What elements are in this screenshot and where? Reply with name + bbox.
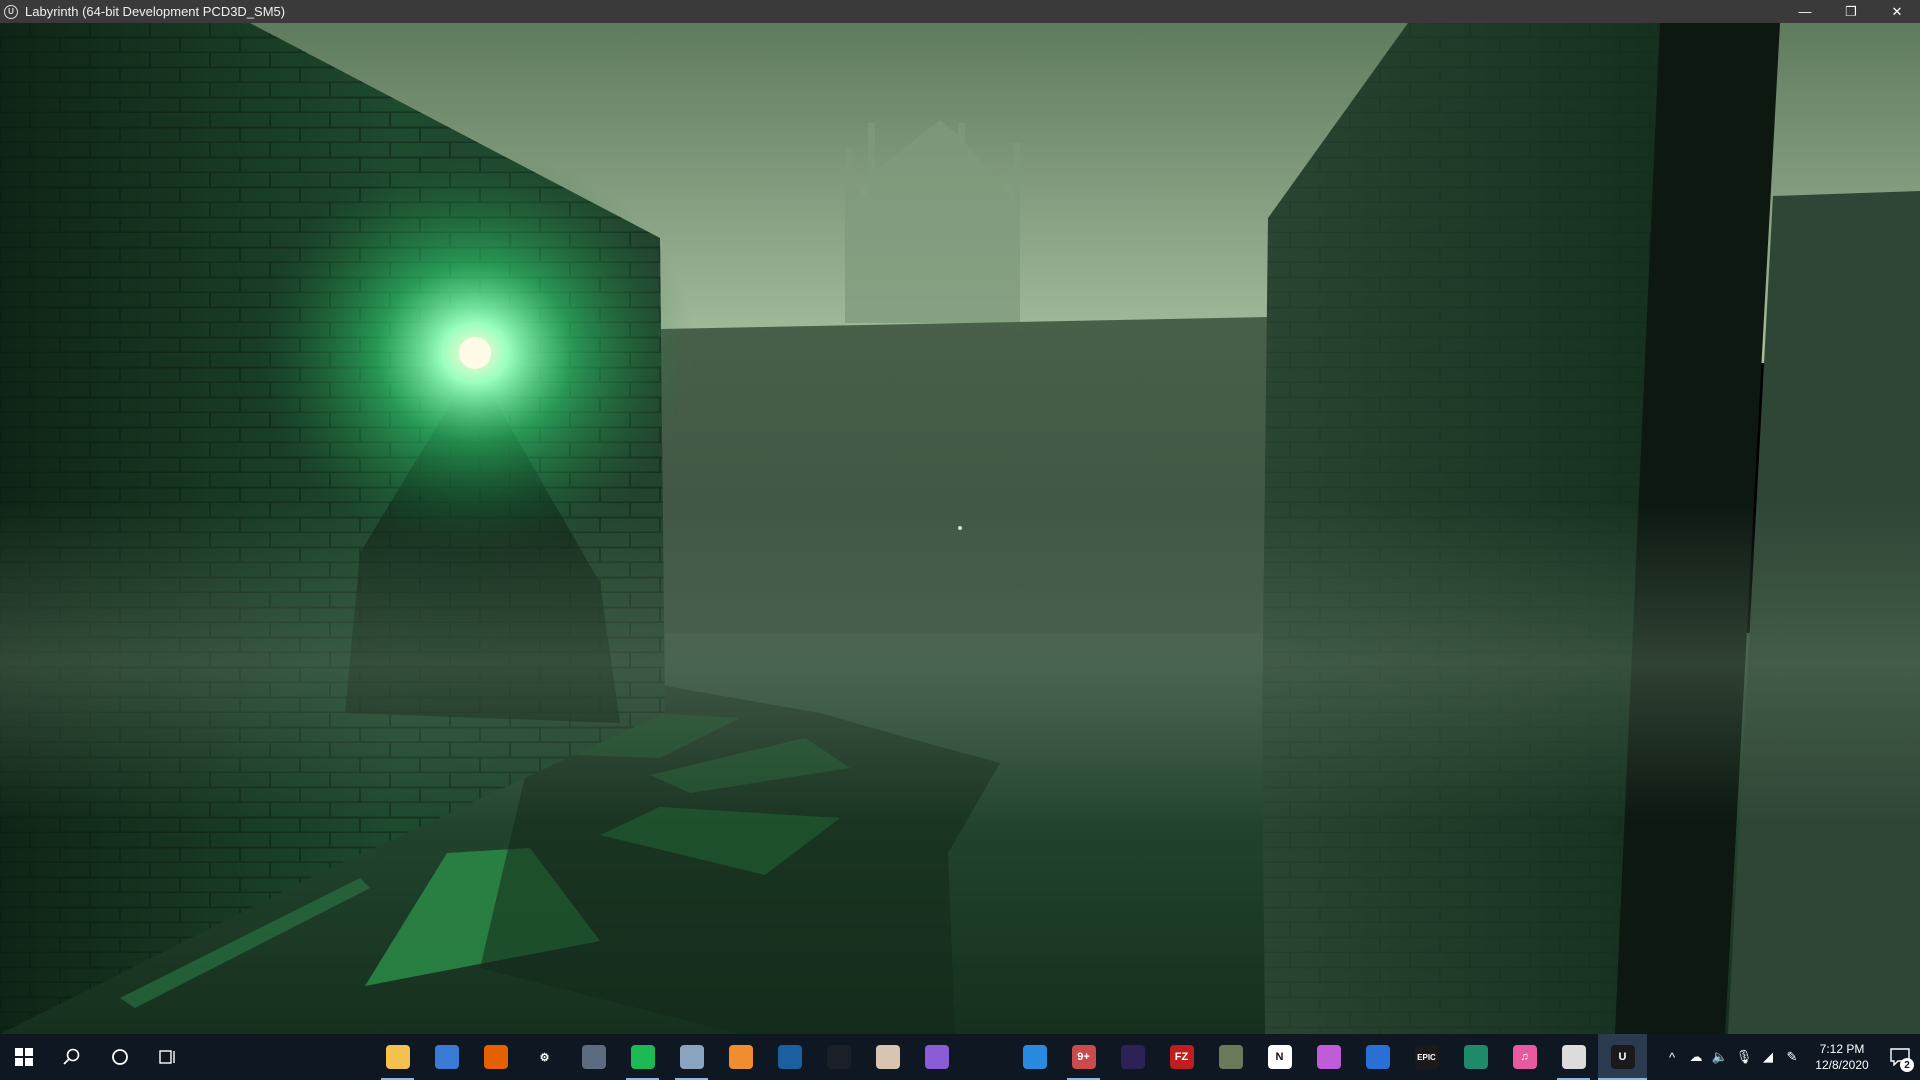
- window-title: Labyrinth (64-bit Development PCD3D_SM5): [25, 4, 286, 19]
- taskbar-app-itunes[interactable]: ♫: [1500, 1034, 1549, 1080]
- photo-app-icon: [679, 1045, 704, 1069]
- eclipse-icon: [1120, 1045, 1145, 1069]
- minimize-button[interactable]: —: [1782, 0, 1828, 23]
- cortana-icon: [112, 1049, 128, 1065]
- clock-date: 12/8/2020: [1815, 1058, 1869, 1072]
- taskbar-app-remote-app[interactable]: [1353, 1034, 1402, 1080]
- window-controls: — ❐ ✕: [1782, 0, 1920, 23]
- taskbar-app-settings[interactable]: ⚙: [520, 1034, 569, 1080]
- cortana-button[interactable]: [96, 1034, 144, 1080]
- taskbar-app-firefox[interactable]: [471, 1034, 520, 1080]
- visual-studio-icon: [924, 1045, 949, 1069]
- windows-taskbar: ⚙ 9+ FZ N EPIC ♫ U ^ ☁ 🔈 🎙 ◢ ✎ 7:12 PM 12/8/20…: [0, 1034, 1920, 1080]
- search-button[interactable]: [48, 1034, 96, 1080]
- task-view-button[interactable]: [144, 1034, 192, 1080]
- taskbar-app-discord-app[interactable]: 9+: [1059, 1034, 1108, 1080]
- taskbar-app-notion[interactable]: N: [1255, 1034, 1304, 1080]
- taskbar-app-anime-app[interactable]: [863, 1034, 912, 1080]
- clock[interactable]: 7:12 PM 12/8/2020: [1804, 1041, 1880, 1073]
- network-icon[interactable]: ◢: [1756, 1034, 1780, 1080]
- onedrive-cloud-icon[interactable]: ☁: [1684, 1034, 1708, 1080]
- anime-app-icon: [875, 1045, 900, 1069]
- taskbar-app-photo-app[interactable]: [667, 1034, 716, 1080]
- vscode-icon: [1022, 1045, 1047, 1069]
- settings-icon: ⚙: [532, 1045, 557, 1069]
- action-center-button[interactable]: 2: [1880, 1034, 1920, 1080]
- taskbar-app-spotify[interactable]: [618, 1034, 667, 1080]
- destiny-icon: [826, 1045, 851, 1069]
- steam-icon: [777, 1045, 802, 1069]
- search-icon: [63, 1048, 80, 1065]
- notification-badge: 2: [1900, 1058, 1914, 1072]
- calculator-icon: [581, 1045, 606, 1069]
- epic-games-icon: EPIC: [1414, 1045, 1439, 1069]
- volume-icon[interactable]: 🔈: [1708, 1034, 1732, 1080]
- task-view-icon: [159, 1050, 175, 1064]
- taskbar-app-file-explorer[interactable]: [373, 1034, 422, 1080]
- taskbar-app-visual-studio[interactable]: [912, 1034, 961, 1080]
- spotify-icon: [630, 1045, 655, 1069]
- taskbar-app-unity[interactable]: [961, 1034, 1010, 1080]
- unreal-game-icon: U: [1610, 1045, 1635, 1069]
- git-app-icon: [728, 1045, 753, 1069]
- taskbar-app-git-app[interactable]: [716, 1034, 765, 1080]
- notion-icon: N: [1267, 1045, 1292, 1069]
- game-viewport[interactable]: [0, 23, 1920, 1034]
- files-icon: [434, 1045, 459, 1069]
- clock-time: 7:12 PM: [1819, 1042, 1865, 1056]
- browser-orb-icon: [1316, 1045, 1341, 1069]
- taskbar-app-unreal-game[interactable]: U: [1598, 1034, 1647, 1080]
- show-hidden-icons-chevron-icon[interactable]: ^: [1660, 1034, 1684, 1080]
- unity-icon: [973, 1045, 998, 1069]
- taskbar-app-calculator[interactable]: [569, 1034, 618, 1080]
- taskbar-app-image-viewer[interactable]: [1206, 1034, 1255, 1080]
- window-title-bar[interactable]: U Labyrinth (64-bit Development PCD3D_SM…: [0, 0, 1920, 23]
- system-tray: ^ ☁ 🔈 🎙 ◢ ✎ 7:12 PM 12/8/2020 2: [1660, 1034, 1920, 1080]
- taskbar-app-globe-app[interactable]: [1451, 1034, 1500, 1080]
- pen-icon[interactable]: ✎: [1780, 1034, 1804, 1080]
- image-viewer-icon: [1218, 1045, 1243, 1069]
- windows-logo-icon: [15, 1048, 33, 1066]
- restore-button[interactable]: ❐: [1828, 0, 1874, 23]
- maze-scene: [0, 23, 1920, 1034]
- globe-app-icon: [1463, 1045, 1488, 1069]
- taskbar-app-browser-orb[interactable]: [1304, 1034, 1353, 1080]
- filezilla-icon: FZ: [1169, 1045, 1194, 1069]
- start-button[interactable]: [0, 1034, 48, 1080]
- unreal-engine-icon: [1561, 1045, 1586, 1069]
- firefox-icon: [483, 1045, 508, 1069]
- unreal-app-icon[interactable]: U: [4, 4, 18, 19]
- taskbar-app-destiny[interactable]: [814, 1034, 863, 1080]
- file-explorer-icon: [385, 1045, 410, 1069]
- pinned-apps: ⚙ 9+ FZ N EPIC ♫ U: [373, 1034, 1647, 1080]
- taskbar-app-steam[interactable]: [765, 1034, 814, 1080]
- close-button[interactable]: ✕: [1874, 0, 1920, 23]
- microphone-icon[interactable]: 🎙: [1732, 1034, 1756, 1080]
- remote-app-icon: [1365, 1045, 1390, 1069]
- taskbar-app-epic-games[interactable]: EPIC: [1402, 1034, 1451, 1080]
- taskbar-app-vscode[interactable]: [1010, 1034, 1059, 1080]
- taskbar-app-eclipse[interactable]: [1108, 1034, 1157, 1080]
- itunes-icon: ♫: [1512, 1045, 1537, 1069]
- taskbar-app-files[interactable]: [422, 1034, 471, 1080]
- taskbar-app-filezilla[interactable]: FZ: [1157, 1034, 1206, 1080]
- taskbar-app-unreal-engine[interactable]: [1549, 1034, 1598, 1080]
- discord-app-icon: 9+: [1071, 1045, 1096, 1069]
